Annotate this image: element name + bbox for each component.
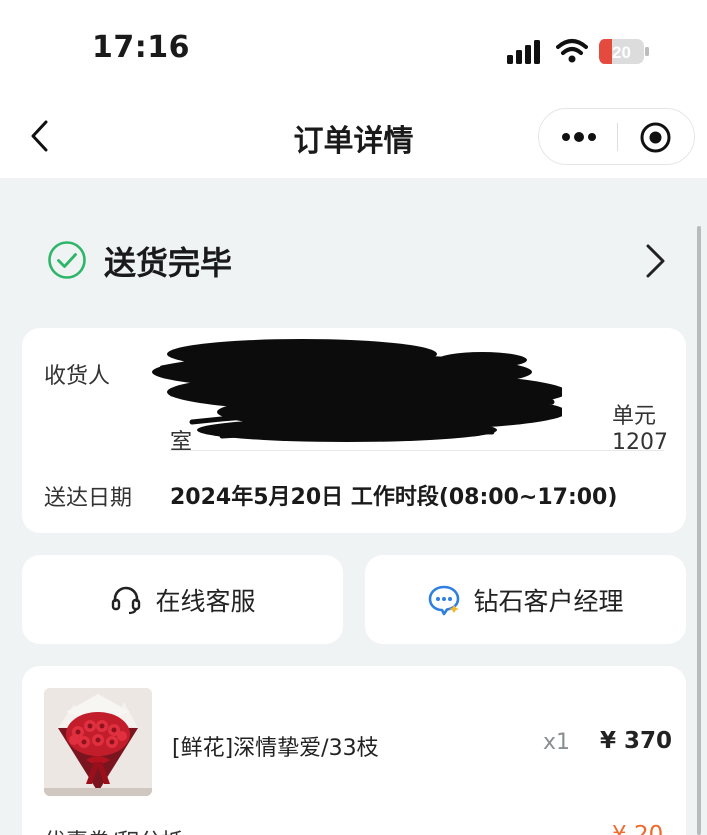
header-area: 17:16 20 订单详情 <box>0 0 707 178</box>
battery-indicator: 20 <box>598 38 650 65</box>
close-target-icon[interactable] <box>639 121 672 154</box>
delivery-date-value: 2024年5月20日 工作时段(08:00~17:00) <box>170 485 618 510</box>
address-tail: 单元1207 <box>612 404 668 455</box>
more-dots-icon[interactable] <box>561 127 597 147</box>
order-status-row[interactable]: 送货完毕 <box>0 222 707 296</box>
capsule-divider <box>617 123 618 151</box>
product-price: ¥ 370 <box>600 728 673 754</box>
receiver-label: 收货人 <box>44 364 111 389</box>
address-divider <box>170 450 664 451</box>
battery-icon: 20 <box>599 39 649 64</box>
product-quantity: x1 <box>543 730 571 755</box>
online-service-label: 在线客服 <box>155 586 256 616</box>
scrollbar[interactable] <box>697 226 701 835</box>
chevron-right-icon <box>646 244 665 278</box>
diamond-manager-label: 钻石客户经理 <box>473 586 624 616</box>
rose-bouquet-image <box>44 688 152 796</box>
delivery-date-label: 送达日期 <box>44 486 133 511</box>
online-service-button[interactable]: 在线客服 <box>22 555 343 644</box>
cellular-signal-icon <box>507 40 540 64</box>
wifi-icon <box>556 39 588 63</box>
order-status-text: 送货完毕 <box>104 244 233 282</box>
product-thumbnail <box>44 688 152 796</box>
product-card[interactable]: [鲜花]深情挚爱/33枝 x1 ¥ 370 优惠券/积分抵 ¥ 20 <box>22 666 686 835</box>
redaction-scribble <box>152 339 562 442</box>
status-time: 17:16 <box>92 30 190 65</box>
miniprogram-capsule <box>538 108 695 165</box>
chat-bubble-icon <box>429 585 460 615</box>
coupon-label: 优惠券/积分抵 <box>44 824 183 835</box>
battery-level: 20 <box>612 43 631 62</box>
check-circle-icon <box>48 241 86 279</box>
delivery-info-card: 收货人 单元1207 室 送达日期 2024年5月20日 工作时段(08:00~… <box>22 328 686 533</box>
diamond-manager-button[interactable]: 钻石客户经理 <box>365 555 686 644</box>
headset-icon <box>112 586 141 614</box>
coupon-value: ¥ 20 <box>612 822 664 835</box>
product-name: [鲜花]深情挚爱/33枝 <box>172 736 379 761</box>
